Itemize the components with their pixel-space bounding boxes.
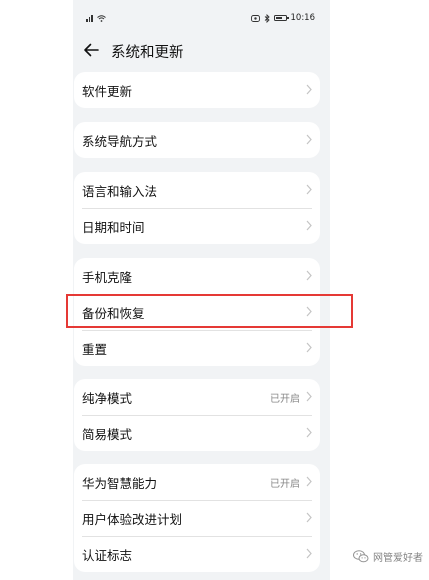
settings-group: 纯净模式 已开启 简易模式 [74,379,320,451]
settings-item-system-navigation[interactable]: 系统导航方式 [74,122,320,158]
settings-item-label: 用户体验改进计划 [82,511,183,527]
settings-group: 系统导航方式 [74,122,320,158]
status-bar-left [86,14,106,22]
chevron-right-icon [306,427,312,438]
wifi-icon [96,15,106,22]
settings-item-label: 纯净模式 [82,390,133,406]
settings-item-user-experience[interactable]: 用户体验改进计划 [74,500,320,536]
settings-item-pure-mode[interactable]: 纯净模式 已开启 [74,379,320,415]
settings-group: 手机克隆 备份和恢复 重置 [74,258,320,366]
settings-item-backup-restore[interactable]: 备份和恢复 [74,294,320,330]
watermark: 网管爱好者 [353,549,423,564]
chevron-right-icon [306,476,312,487]
chevron-right-icon [306,306,312,317]
signal-icon [86,14,93,22]
phone-screen: 10:16 系统和更新 软件更新 系统导航方式 语言和输入法 日期和时间 手机克… [73,0,330,580]
settings-group: 华为智慧能力 已开启 用户体验改进计划 认证标志 [74,464,320,572]
settings-item-label: 语言和输入法 [82,183,158,199]
settings-item-date-time[interactable]: 日期和时间 [74,208,320,244]
settings-item-simple-mode[interactable]: 简易模式 [74,415,320,451]
settings-group: 语言和输入法 日期和时间 [74,172,320,244]
back-arrow-icon[interactable] [83,43,99,57]
settings-item-huawei-smart[interactable]: 华为智慧能力 已开启 [74,464,320,500]
settings-item-label: 重置 [82,341,108,357]
nfc-icon [250,14,260,22]
settings-item-label: 日期和时间 [82,219,145,235]
wechat-icon [353,550,369,563]
settings-item-label: 备份和恢复 [82,305,145,321]
settings-item-label: 系统导航方式 [82,133,158,149]
settings-item-phone-clone[interactable]: 手机克隆 [74,258,320,294]
watermark-text: 网管爱好者 [373,553,423,564]
chevron-right-icon [306,84,312,95]
settings-item-reset[interactable]: 重置 [74,330,320,366]
chevron-right-icon [306,270,312,281]
status-time: 10:16 [290,13,316,23]
chevron-right-icon [306,184,312,195]
settings-item-certification[interactable]: 认证标志 [74,536,320,572]
page-header: 系统和更新 [73,40,330,62]
settings-item-label: 手机克隆 [82,269,133,285]
settings-group: 软件更新 [74,72,320,108]
chevron-right-icon [306,220,312,231]
settings-item-value: 已开启 [270,478,300,490]
status-bar-right: 10:16 [250,13,316,23]
battery-icon [273,15,289,21]
chevron-right-icon [306,342,312,353]
settings-item-software-update[interactable]: 软件更新 [74,72,320,108]
settings-item-label: 华为智慧能力 [82,475,158,491]
settings-item-label: 简易模式 [82,426,133,442]
chevron-right-icon [306,391,312,402]
settings-item-language-input[interactable]: 语言和输入法 [74,172,320,208]
page-title: 系统和更新 [111,45,184,61]
chevron-right-icon [306,548,312,559]
chevron-right-icon [306,512,312,523]
settings-item-label: 软件更新 [82,83,133,99]
settings-item-label: 认证标志 [82,547,133,563]
status-bar: 10:16 [73,0,330,40]
bluetooth-icon [264,13,270,23]
chevron-right-icon [306,134,312,145]
settings-item-value: 已开启 [270,393,300,405]
